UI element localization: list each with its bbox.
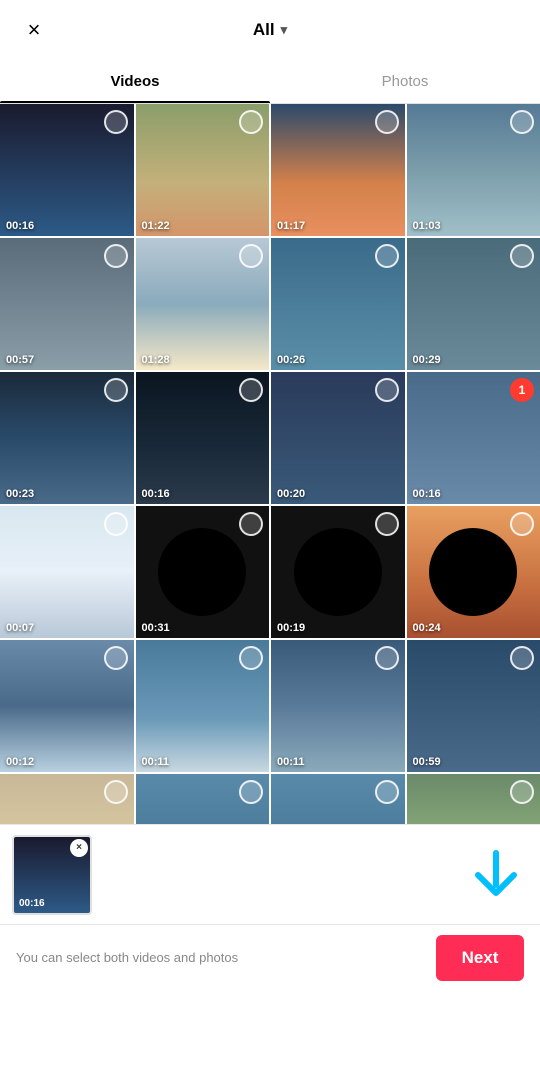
select-circle[interactable] xyxy=(239,646,263,670)
video-duration: 00:16 xyxy=(6,220,34,232)
select-circle[interactable] xyxy=(239,378,263,402)
privacy-overlay xyxy=(429,528,517,616)
video-duration: 01:28 xyxy=(142,354,170,366)
video-duration: 00:16 xyxy=(142,488,170,500)
tab-videos[interactable]: Videos xyxy=(0,60,270,103)
filter-dropdown[interactable]: All ▾ xyxy=(253,20,287,40)
video-duration: 00:24 xyxy=(413,622,441,634)
select-circle[interactable] xyxy=(239,512,263,536)
video-duration: 00:59 xyxy=(413,756,441,768)
video-duration: 00:26 xyxy=(277,354,305,366)
tab-bar: Videos Photos xyxy=(0,60,540,104)
grid-item-17[interactable]: 00:12 xyxy=(0,640,134,772)
video-duration: 01:17 xyxy=(277,220,305,232)
select-circle[interactable] xyxy=(375,244,399,268)
grid-item-22[interactable] xyxy=(136,774,270,824)
select-circle[interactable] xyxy=(510,512,534,536)
video-duration: 00:23 xyxy=(6,488,34,500)
video-duration: 00:16 xyxy=(413,488,441,500)
select-circle[interactable] xyxy=(510,646,534,670)
grid-item-5[interactable]: 00:57 xyxy=(0,238,134,370)
video-duration: 00:19 xyxy=(277,622,305,634)
grid-item-21[interactable] xyxy=(0,774,134,824)
grid-item-3[interactable]: 01:17 xyxy=(271,104,405,236)
privacy-overlay xyxy=(158,528,246,616)
media-grid: 00:16 01:22 01:17 01:03 00:57 01:28 00:26 00:29… xyxy=(0,104,540,824)
select-circle[interactable] xyxy=(375,110,399,134)
grid-item-2[interactable]: 01:22 xyxy=(136,104,270,236)
select-circle[interactable] xyxy=(375,780,399,804)
next-button[interactable]: Next xyxy=(436,935,524,981)
grid-item-7[interactable]: 00:26 xyxy=(271,238,405,370)
video-duration: 00:12 xyxy=(6,756,34,768)
grid-item-8[interactable]: 00:29 xyxy=(407,238,540,370)
grid-item-1[interactable]: 00:16 xyxy=(0,104,134,236)
select-circle[interactable] xyxy=(239,244,263,268)
select-circle[interactable] xyxy=(375,378,399,402)
video-duration: 00:11 xyxy=(142,756,170,768)
select-circle[interactable] xyxy=(239,110,263,134)
chevron-down-icon: ▾ xyxy=(281,22,288,38)
grid-item-12[interactable]: 00:16 1 xyxy=(407,372,540,504)
video-duration: 01:03 xyxy=(413,220,441,232)
filter-label: All xyxy=(253,20,275,40)
select-circle[interactable] xyxy=(375,512,399,536)
select-circle[interactable]: 1 xyxy=(510,378,534,402)
tab-photos[interactable]: Photos xyxy=(270,60,540,103)
video-duration: 00:20 xyxy=(277,488,305,500)
select-circle[interactable] xyxy=(375,646,399,670)
grid-item-4[interactable]: 01:03 xyxy=(407,104,540,236)
privacy-overlay xyxy=(294,528,382,616)
grid-item-11[interactable]: 00:20 xyxy=(271,372,405,504)
hint-text: You can select both videos and photos xyxy=(16,950,238,965)
grid-item-9[interactable]: 00:23 xyxy=(0,372,134,504)
video-duration: 00:11 xyxy=(277,756,305,768)
select-circle[interactable] xyxy=(239,780,263,804)
grid-item-6[interactable]: 01:28 xyxy=(136,238,270,370)
video-duration: 01:22 xyxy=(142,220,170,232)
video-duration: 00:29 xyxy=(413,354,441,366)
select-circle[interactable] xyxy=(104,378,128,402)
select-circle[interactable] xyxy=(510,110,534,134)
remove-selected-button[interactable]: × xyxy=(70,839,88,857)
grid-item-23[interactable] xyxy=(271,774,405,824)
selected-bar: 00:16 × xyxy=(0,824,540,924)
grid-item-18[interactable]: 00:11 xyxy=(136,640,270,772)
select-circle[interactable] xyxy=(510,244,534,268)
select-circle[interactable] xyxy=(104,110,128,134)
select-circle[interactable] xyxy=(104,780,128,804)
video-duration: 00:31 xyxy=(142,622,170,634)
grid-item-20[interactable]: 00:59 xyxy=(407,640,540,772)
grid-item-15[interactable]: 00:19 xyxy=(271,506,405,638)
grid-item-10[interactable]: 00:16 xyxy=(136,372,270,504)
header: × All ▾ xyxy=(0,0,540,60)
selected-thumbnail[interactable]: 00:16 × xyxy=(12,835,92,915)
grid-item-14[interactable]: 00:31 xyxy=(136,506,270,638)
action-bar: You can select both videos and photos Ne… xyxy=(0,924,540,990)
grid-item-24[interactable] xyxy=(407,774,540,824)
select-circle[interactable] xyxy=(104,512,128,536)
select-circle[interactable] xyxy=(104,244,128,268)
grid-item-19[interactable]: 00:11 xyxy=(271,640,405,772)
close-button[interactable]: × xyxy=(16,12,52,48)
select-circle[interactable] xyxy=(510,780,534,804)
select-circle[interactable] xyxy=(104,646,128,670)
selected-thumb-duration: 00:16 xyxy=(19,898,45,909)
grid-item-13[interactable]: 00:07 xyxy=(0,506,134,638)
video-duration: 00:57 xyxy=(6,354,34,366)
grid-item-16[interactable]: 00:24 xyxy=(407,506,540,638)
video-duration: 00:07 xyxy=(6,622,34,634)
download-button[interactable] xyxy=(464,843,528,907)
